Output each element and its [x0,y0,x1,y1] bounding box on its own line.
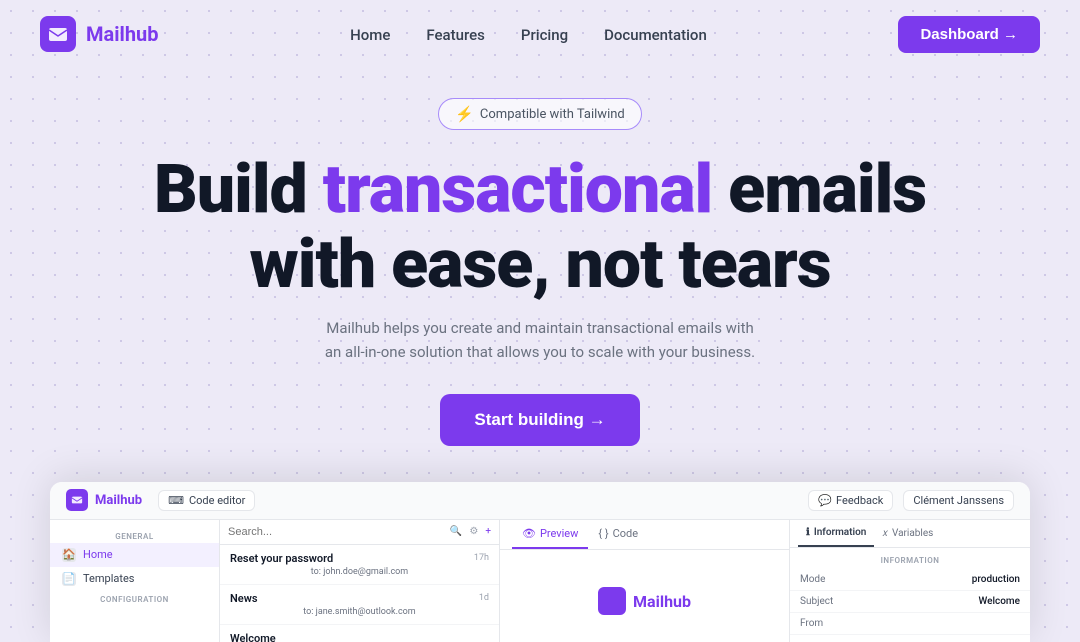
hero-heading: Build transactional emails with ease, no… [20,152,1060,302]
info-value-mode: production [972,574,1020,585]
email-item-reset[interactable]: Reset your password 17h to: john.doe@gma… [220,545,499,585]
info-label-subject: Subject [800,596,833,607]
sidebar-item-home[interactable]: 🏠 Home [50,543,219,567]
info-label-mode: Mode [800,574,825,585]
info-row-from: From [790,613,1030,635]
app-logo: Mailhub [66,489,142,511]
app-body: GENERAL 🏠 Home 📄 Templates CONFIGURATION [50,520,1030,642]
templates-icon: 📄 [62,572,76,586]
preview-content: Mailhub [500,550,789,642]
user-chip[interactable]: Clément Janssens [903,490,1014,511]
email-to-news: to: jane.smith@outlook.com [230,607,489,617]
tailwind-icon: ⚡ [455,105,474,123]
nav-pricing[interactable]: Pricing [521,26,568,44]
tab-information[interactable]: ℹ Information [798,520,874,547]
code-editor-button[interactable]: ⌨ Code editor [158,490,255,511]
info-label-from: From [800,618,823,629]
info-row-subject: Subject Welcome [790,591,1030,613]
sidebar-config-label: CONFIGURATION [50,591,219,606]
nav-home[interactable]: Home [350,26,390,44]
search-input[interactable] [228,526,446,538]
app-topbar-right: 💬 Feedback Clément Janssens [808,490,1014,511]
email-item-news[interactable]: News 1d to: jane.smith@outlook.com [220,585,499,625]
sidebar-item-templates[interactable]: 📄 Templates [50,567,219,591]
logo[interactable]: Mailhub [40,16,158,52]
info-tabs: ℹ Information 𝑥 Variables [790,520,1030,548]
email-title-reset: Reset your password [230,552,333,565]
app-sidebar: GENERAL 🏠 Home 📄 Templates CONFIGURATION [50,520,220,642]
sidebar-general-label: GENERAL [50,528,219,543]
hero-description: Mailhub helps you create and maintain tr… [320,316,760,364]
preview-icon: 👁 [522,527,536,540]
nav-documentation[interactable]: Documentation [604,26,707,44]
email-title-welcome: Welcome [230,632,276,642]
email-search-bar: 🔍 ⚙ + [220,520,499,545]
app-preview: Mailhub ⌨ Code editor 💬 Feedback [50,482,1030,642]
app-window: Mailhub ⌨ Code editor 💬 Feedback [50,482,1030,642]
feedback-icon: 💬 [818,494,832,507]
dashboard-button[interactable]: Dashboard → [898,16,1040,53]
email-time-reset: 17h [474,553,489,563]
email-preview-area: 👁 Preview { } Code [500,520,790,642]
tab-variables[interactable]: 𝑥 Variables [874,520,941,547]
preview-logo-icon [598,587,626,615]
tab-code[interactable]: { } Code [588,520,648,549]
code-icon: { } [598,527,608,540]
nav-links: Home Features Pricing Documentation [350,25,707,44]
info-icon: ℹ [806,527,810,538]
preview-tabs: 👁 Preview { } Code [500,520,789,550]
email-time-news: 1d [479,593,489,603]
tailwind-badge[interactable]: ⚡ Compatible with Tailwind [438,98,642,130]
start-building-button[interactable]: Start building → [440,394,639,446]
email-to-reset: to: john.doe@gmail.com [230,567,489,577]
app-logo-text: Mailhub [95,493,142,508]
app-topbar: Mailhub ⌨ Code editor 💬 Feedback [50,482,1030,520]
info-value-subject: Welcome [978,596,1020,607]
hero-section: ⚡ Compatible with Tailwind Build transac… [0,68,1080,642]
nav-features[interactable]: Features [426,26,484,44]
email-title-news: News [230,592,257,605]
feedback-button[interactable]: 💬 Feedback [808,490,893,511]
badge-text: Compatible with Tailwind [480,107,625,122]
home-icon: 🏠 [62,548,76,562]
plus-icon[interactable]: + [485,526,491,537]
info-panel: ℹ Information 𝑥 Variables INFORMATION Mo… [790,520,1030,642]
info-row-mode: Mode production [790,569,1030,591]
navbar: Mailhub Home Features Pricing Documentat… [0,0,1080,68]
email-list: 🔍 ⚙ + Reset your password 17h to: john.d… [220,520,500,642]
filter-icon[interactable]: ⚙ [469,526,478,537]
app-logo-icon [66,489,88,511]
email-item-welcome[interactable]: Welcome [220,625,499,642]
logo-text: Mailhub [86,22,158,46]
variables-icon: 𝑥 [882,528,888,539]
preview-logo: Mailhub [598,587,691,615]
tab-preview[interactable]: 👁 Preview [512,520,588,549]
code-icon: ⌨ [168,494,184,507]
search-icon: 🔍 [450,526,462,537]
logo-icon [40,16,76,52]
info-section-label: INFORMATION [790,548,1030,569]
